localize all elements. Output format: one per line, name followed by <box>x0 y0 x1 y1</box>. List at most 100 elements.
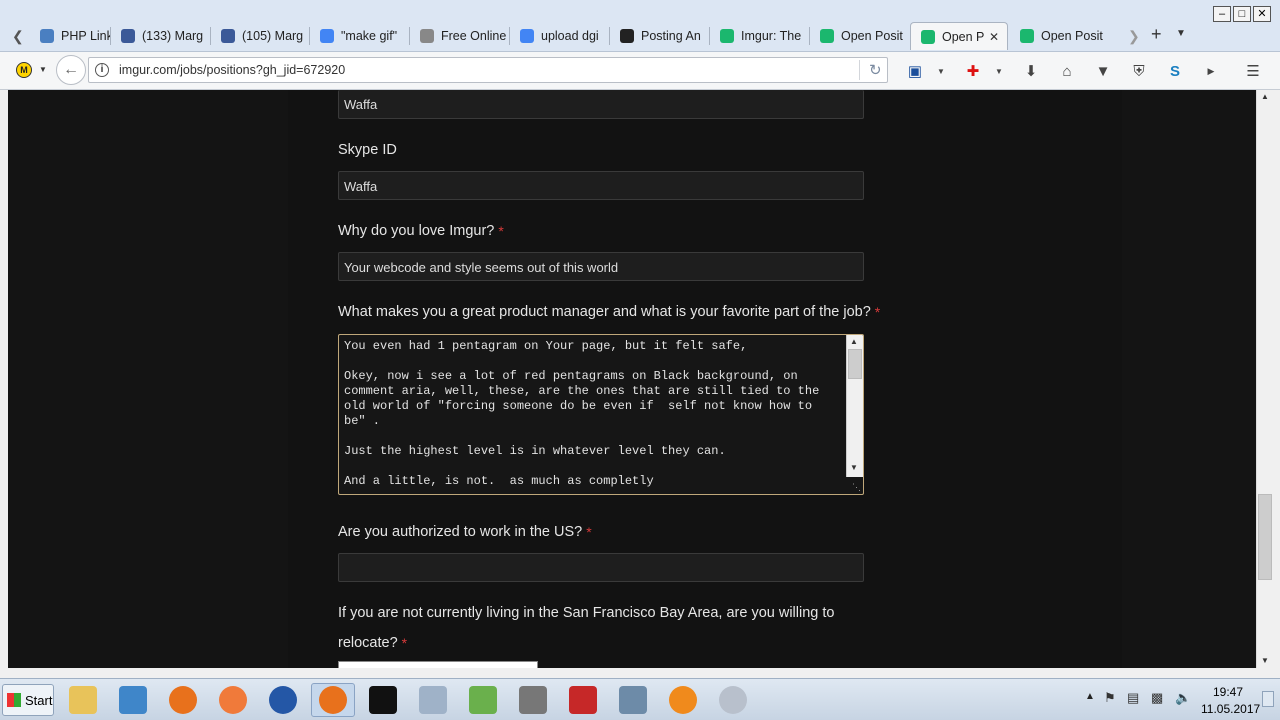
work-authorization-input[interactable] <box>338 553 864 582</box>
maximize-button[interactable]: □ <box>1233 6 1251 22</box>
tab-label: Open Posit <box>841 29 903 43</box>
tab-label: Posting An <box>641 29 701 43</box>
pocket-icon[interactable]: ▼ <box>1093 61 1113 81</box>
youtube-icon[interactable]: ▶ <box>1201 61 1221 81</box>
tab-item[interactable]: (105) Marg <box>211 22 309 50</box>
calculator-icon[interactable] <box>411 683 455 717</box>
browser-icon[interactable] <box>261 683 305 717</box>
avast-icon[interactable] <box>211 683 255 717</box>
relocate-label-line1: If you are not currently living in the S… <box>338 605 835 621</box>
info-icon[interactable]: i <box>95 63 109 77</box>
tabs-scroll-left-icon[interactable]: ❮ <box>12 28 24 45</box>
tray-expand-icon[interactable]: ▲ <box>1085 691 1095 702</box>
close-window-button[interactable]: ✕ <box>1253 6 1271 22</box>
page-scroll-down-icon[interactable]: ▼ <box>1261 656 1269 665</box>
addon-menu-icon[interactable]: ▼ <box>989 61 1009 81</box>
required-mark: * <box>874 304 881 320</box>
network-tool-icon[interactable] <box>611 683 655 717</box>
tab-item[interactable]: (133) Marg <box>111 22 209 50</box>
back-button[interactable]: ← <box>56 55 86 85</box>
relocate-select[interactable] <box>338 661 538 668</box>
firefox-icon[interactable] <box>161 683 205 717</box>
url-bar[interactable]: i imgur.com/jobs/positions?gh_jid=672920… <box>88 57 888 83</box>
new-tab-icon[interactable]: + <box>1151 24 1162 45</box>
page-scroll-thumb[interactable] <box>1258 494 1272 580</box>
minimize-button[interactable]: – <box>1213 6 1231 22</box>
tab-item[interactable]: Posting An <box>610 22 708 50</box>
page-icon <box>40 29 54 43</box>
textarea-scrollbar[interactable]: ▲ ▼ <box>846 335 863 477</box>
google-icon <box>320 29 334 43</box>
page-scroll-up-icon[interactable]: ▲ <box>1261 92 1269 101</box>
chart-app-icon[interactable] <box>461 683 505 717</box>
firefox-active-icon[interactable] <box>311 683 355 717</box>
textarea-scroll-thumb[interactable] <box>848 349 862 379</box>
explorer-icon[interactable] <box>61 683 105 717</box>
addon-red-cross-icon[interactable]: ✚ <box>963 61 983 81</box>
ublock-icon[interactable]: ⛨ <box>1129 61 1149 81</box>
tab-item[interactable]: Open Posit <box>1010 22 1108 50</box>
textarea-content[interactable]: You even had 1 pentagram on Your page, b… <box>344 339 839 489</box>
tab-item[interactable]: PHP Link D <box>30 22 110 50</box>
imgur-icon <box>921 29 935 44</box>
url-text[interactable]: imgur.com/jobs/positions?gh_jid=672920 <box>119 63 345 77</box>
love-imgur-input[interactable]: Your webcode and style seems out of this… <box>338 252 864 281</box>
disc-icon[interactable] <box>711 683 755 717</box>
scroll-down-icon[interactable]: ▼ <box>850 463 858 472</box>
tab-item[interactable]: Open Posit <box>810 22 908 50</box>
work-authorization-label: Are you authorized to work in the US? * <box>338 524 592 540</box>
start-label: Start <box>25 692 53 708</box>
tab-label: PHP Link D <box>61 29 110 43</box>
resize-handle-icon[interactable]: ⋱ <box>852 482 861 493</box>
tab-label: Open Posit <box>1041 29 1103 43</box>
tab-label: Open P <box>942 29 985 44</box>
clock-time[interactable]: 19:47 <box>1213 685 1243 699</box>
tab-bar: ❮ PHP Link D (133) Marg (105) Marg "make gi… <box>0 0 1280 52</box>
tab-item[interactable]: Imgur: The <box>710 22 808 50</box>
clock-date[interactable]: 11.05.2017 <box>1201 702 1260 716</box>
work-authorization-label-text: Are you authorized to work in the US? <box>338 524 583 540</box>
tab-item[interactable]: upload dgi <box>510 22 608 50</box>
tab-list-icon[interactable]: ▼ <box>1176 28 1186 39</box>
product-manager-label: What makes you a great product manager a… <box>338 304 880 320</box>
page-scrollbar[interactable]: ▲ ▼ <box>1256 90 1273 668</box>
scroll-up-icon[interactable]: ▲ <box>850 337 858 346</box>
tab-label: "make gif" <box>341 29 398 43</box>
tab-item[interactable]: Open P ✕ <box>910 22 1008 50</box>
start-button[interactable]: Start <box>2 684 54 716</box>
taskbar: Start ▲ ⚑ ▤ ▩ 🔈 19:47 11.05.2017 <box>0 678 1280 720</box>
hamburger-menu-icon[interactable]: ☰ <box>1243 61 1263 81</box>
home-icon[interactable]: ⌂ <box>1057 61 1077 81</box>
save-menu-icon[interactable]: ▼ <box>931 61 951 81</box>
close-tab-icon[interactable]: ✕ <box>989 30 999 44</box>
reload-icon[interactable]: ↻ <box>869 61 882 79</box>
imgur-icon <box>720 29 734 43</box>
tab-label: Imgur: The <box>741 29 802 43</box>
media-player-icon[interactable] <box>111 683 155 717</box>
previous-field-input[interactable]: Waffa <box>338 90 864 119</box>
filezilla-icon[interactable] <box>561 683 605 717</box>
volume-icon[interactable]: 🔈 <box>1175 690 1191 706</box>
extension-icon[interactable]: M <box>16 62 32 78</box>
save-icon[interactable]: ▣ <box>905 61 925 81</box>
show-desktop-button[interactable] <box>1262 691 1274 707</box>
skype-input[interactable]: Waffa <box>338 171 864 200</box>
command-prompt-icon[interactable] <box>361 683 405 717</box>
tray-app-icon[interactable]: ▤ <box>1127 690 1139 706</box>
downloads-icon[interactable]: ⬇ <box>1021 61 1041 81</box>
extension-menu-icon[interactable]: ▼ <box>39 65 47 74</box>
tabs-scroll-right-icon[interactable]: ❯ <box>1128 28 1140 45</box>
action-center-icon[interactable]: ⚑ <box>1104 690 1116 706</box>
search-icon[interactable] <box>661 683 705 717</box>
tab-item[interactable]: "make gif" <box>310 22 408 50</box>
product-manager-textarea[interactable]: You even had 1 pentagram on Your page, b… <box>338 334 864 495</box>
imgur-icon <box>820 29 834 43</box>
microphone-icon[interactable] <box>511 683 555 717</box>
tab-item[interactable]: Free Online An <box>410 22 508 50</box>
network-icon[interactable]: ▩ <box>1151 690 1163 706</box>
windows-logo-icon <box>7 693 21 707</box>
required-mark: * <box>498 223 504 239</box>
skype-icon[interactable]: S <box>1165 61 1185 81</box>
tab-label: (133) Marg <box>142 29 204 43</box>
nyt-icon <box>620 29 634 43</box>
